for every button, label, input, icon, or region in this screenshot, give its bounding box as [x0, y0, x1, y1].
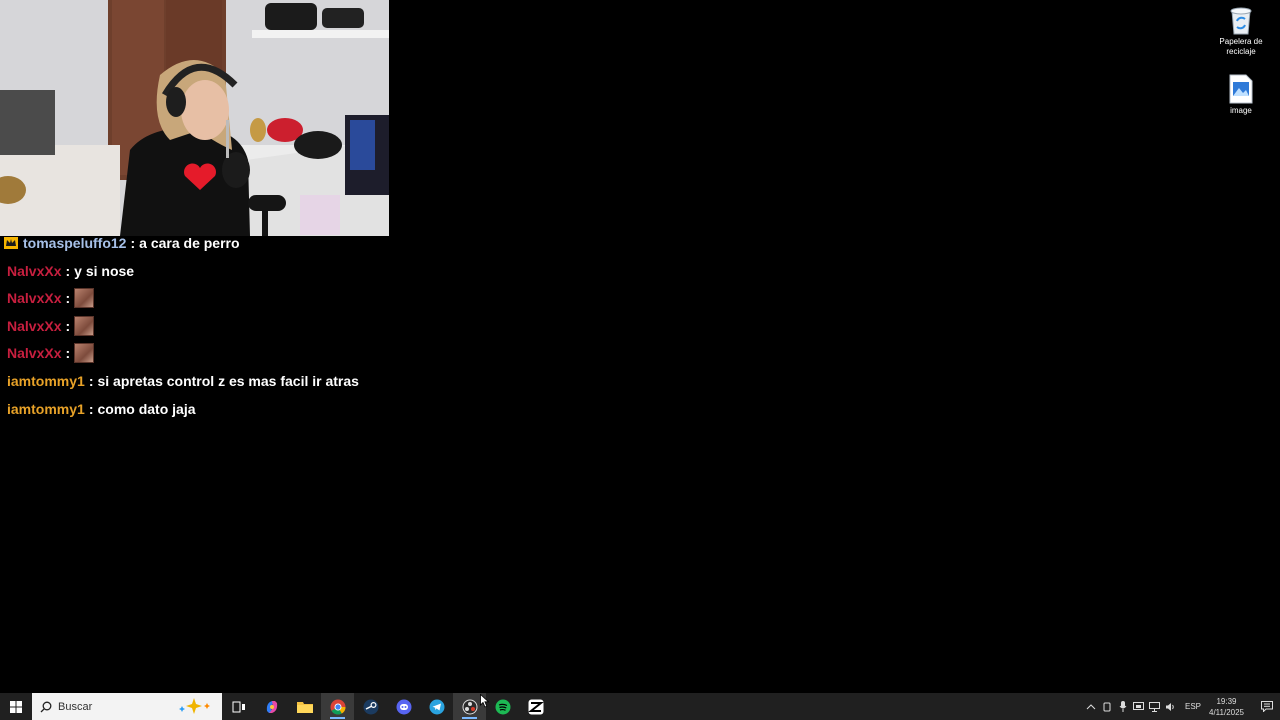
tray-device-button[interactable]: [1099, 693, 1115, 720]
chrome-icon: [330, 699, 346, 715]
clock-date: 4/11/2025: [1209, 707, 1244, 717]
chat-message: iamtommy1 : si apretas control z es mas …: [7, 371, 359, 391]
chat-username: tomaspeluffo12: [23, 235, 127, 251]
desktop-icon-label: Papelera de reciclaje: [1219, 37, 1263, 56]
microphone-icon: [1119, 701, 1127, 712]
chat-message: NalvxXx : y si nose: [7, 261, 134, 281]
telegram-icon: [429, 699, 444, 714]
language-indicator[interactable]: ESP: [1185, 702, 1201, 711]
network-icon: [1149, 701, 1161, 712]
chat-text: a cara de perro: [139, 235, 240, 251]
spotify-button[interactable]: [486, 693, 519, 720]
search-placeholder: Buscar: [58, 700, 93, 713]
steam-icon: [363, 699, 378, 714]
chat-message: NalvxXx :: [7, 343, 95, 363]
desktop-icon-recycle-bin[interactable]: Papelera de reciclaje: [1211, 5, 1271, 57]
webcam-feed: [0, 0, 389, 236]
obs-icon: [462, 699, 477, 714]
chat-message: NalvxXx :: [7, 288, 95, 308]
chat-separator: :: [65, 290, 71, 306]
desktop-icon-image[interactable]: image: [1211, 74, 1271, 116]
search-icon: [40, 701, 52, 712]
system-tray: ESP 19:39 4/11/2025: [1083, 693, 1280, 720]
chat-username: NalvxXx: [7, 263, 62, 279]
telegram-button[interactable]: [420, 693, 453, 720]
volume-icon: [1166, 702, 1175, 711]
chat-text: como dato jaja: [97, 401, 196, 417]
chat-separator: :: [65, 345, 71, 361]
chat-separator: :: [65, 263, 71, 279]
tray-network-button[interactable]: [1147, 693, 1163, 720]
chrome-button[interactable]: [321, 693, 354, 720]
notification-icon: [1261, 701, 1273, 712]
copilot-icon: [266, 700, 277, 713]
task-view-icon: [232, 701, 245, 712]
chat-text: y si nose: [74, 263, 135, 279]
taskbar: Buscar ESP 19:39 4/11/2025: [0, 693, 1280, 720]
desktop-icon-label: image: [1230, 106, 1252, 115]
chat-username: NalvxXx: [7, 290, 62, 306]
screen-share-icon: [1133, 701, 1145, 710]
tray-screen-button[interactable]: [1131, 693, 1147, 720]
capcut-icon: [527, 699, 544, 714]
chat-text: si apretas control z es mas facil ir atr…: [97, 373, 359, 389]
discord-icon: [396, 699, 411, 714]
search-box[interactable]: Buscar: [32, 693, 222, 720]
capcut-button[interactable]: [519, 693, 552, 720]
chat-separator: :: [88, 373, 94, 389]
recycle-bin-icon: [1230, 7, 1252, 35]
file-explorer-icon: [296, 702, 313, 713]
tray-microphone-button[interactable]: [1115, 693, 1131, 720]
task-view-button[interactable]: [222, 693, 255, 720]
clock-time: 19:39: [1216, 696, 1237, 706]
image-file-icon: [1229, 74, 1253, 104]
chat-message: tomaspeluffo12 : a cara de perro: [4, 233, 240, 253]
tray-overflow-button[interactable]: [1083, 693, 1099, 720]
notifications-button[interactable]: [1254, 693, 1280, 720]
chat-emote-image: [74, 343, 95, 363]
chat-username: iamtommy1: [7, 373, 85, 389]
chat-separator: :: [130, 235, 136, 251]
clock[interactable]: 19:39 4/11/2025: [1209, 696, 1244, 718]
chat-message: iamtommy1 : como dato jaja: [7, 399, 196, 419]
chevron-up-icon: [1086, 703, 1096, 709]
tray-volume-button[interactable]: [1163, 693, 1179, 720]
steam-button[interactable]: [354, 693, 387, 720]
spotify-icon: [495, 699, 510, 714]
chat-username: iamtommy1: [7, 401, 85, 417]
chat-emote-image: [74, 288, 95, 308]
discord-button[interactable]: [387, 693, 420, 720]
chat-separator: :: [88, 401, 94, 417]
windows-icon: [10, 700, 22, 713]
chat-separator: :: [65, 318, 71, 334]
copilot-button[interactable]: [255, 693, 288, 720]
mouse-cursor-icon: [480, 694, 490, 708]
start-button[interactable]: [0, 693, 32, 720]
device-icon: [1103, 702, 1111, 711]
chat-username: NalvxXx: [7, 345, 62, 361]
crown-icon: [4, 237, 18, 249]
sparkle-icon: [179, 698, 210, 714]
file-explorer-button[interactable]: [288, 693, 321, 720]
chat-message: NalvxXx :: [7, 316, 95, 336]
chat-username: NalvxXx: [7, 318, 62, 334]
chat-emote-image: [74, 316, 95, 336]
